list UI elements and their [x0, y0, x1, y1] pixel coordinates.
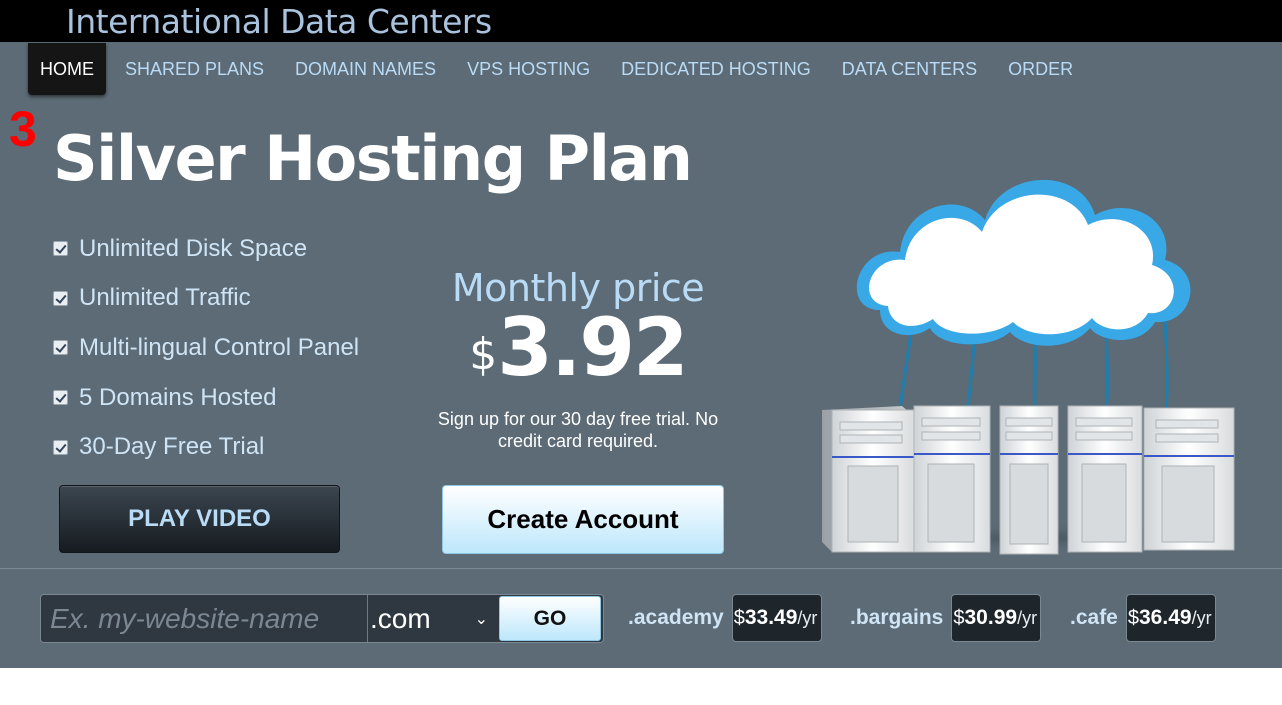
price-amount: 30.99	[964, 606, 1018, 629]
nav-item-vps-hosting[interactable]: VPS HOSTING	[467, 59, 590, 80]
tld-offer-name: .academy	[628, 606, 724, 629]
feature-item: 5 Domains Hosted	[53, 373, 359, 423]
cloud-servers-illustration	[815, 179, 1245, 555]
domain-name-input[interactable]	[41, 595, 368, 642]
feature-label: Multi-lingual Control Panel	[79, 333, 360, 361]
main-nav: HOME SHARED PLANS DOMAIN NAMES VPS HOSTI…	[28, 43, 1104, 95]
feature-label: 5 Domains Hosted	[79, 383, 277, 411]
checkbox-icon	[53, 340, 68, 356]
slide-marker: 3	[9, 101, 37, 157]
checkbox-icon	[53, 241, 68, 257]
site-logo[interactable]: International Data Centers	[66, 2, 492, 41]
feature-label: 30-Day Free Trial	[79, 433, 265, 461]
feature-item: Unlimited Disk Space	[53, 224, 359, 274]
tld-offer-price: $33.49/yr	[731, 594, 822, 642]
currency-symbol: $	[953, 606, 965, 629]
tld-offer-cafe[interactable]: .cafe $36.49/yr	[1070, 594, 1216, 642]
nav-item-order[interactable]: ORDER	[1008, 59, 1073, 80]
price-amount: 36.49	[1139, 606, 1192, 629]
tld-offer-name: .bargains	[850, 606, 944, 629]
tld-offer-price: $30.99/yr	[951, 594, 1042, 642]
feature-item: Unlimited Traffic	[53, 274, 359, 324]
domain-search-bar: .com ⌄ GO .academy $33.49/yr .bargains $…	[0, 568, 1282, 668]
price-amount: 33.49	[744, 606, 798, 629]
currency-symbol: $	[733, 606, 745, 629]
tld-offer-price: $36.49/yr	[1125, 594, 1216, 642]
domain-search-form: .com ⌄ GO	[40, 594, 604, 643]
feature-item: Multi-lingual Control Panel	[53, 323, 359, 373]
tld-selected-value: .com	[370, 602, 431, 634]
feature-label: Unlimited Traffic	[79, 284, 251, 312]
feature-item: 30-Day Free Trial	[53, 422, 359, 472]
price-unit: /yr	[1017, 607, 1038, 628]
feature-label: Unlimited Disk Space	[79, 234, 308, 262]
tld-dropdown[interactable]: .com ⌄	[368, 595, 498, 642]
price-value: $3.92	[420, 308, 736, 388]
tld-offer-bargains[interactable]: .bargains $30.99/yr	[850, 594, 1042, 642]
chevron-down-icon: ⌄	[474, 610, 488, 628]
tld-offer-name: .cafe	[1070, 606, 1118, 629]
price-box: Monthly price $3.92 Sign up for our 30 d…	[420, 266, 736, 452]
trial-note: Sign up for our 30 day free trial. No cr…	[437, 409, 719, 451]
currency-symbol: $	[469, 329, 498, 380]
play-video-button[interactable]: PLAY VIDEO	[59, 485, 340, 553]
hero-section: HOME SHARED PLANS DOMAIN NAMES VPS HOSTI…	[0, 42, 1282, 568]
nav-item-home[interactable]: HOME	[28, 43, 106, 95]
checkbox-icon	[53, 390, 68, 406]
tld-offer-academy[interactable]: .academy $33.49/yr	[628, 594, 822, 642]
top-header: International Data Centers	[0, 0, 1282, 42]
price-unit: /yr	[797, 607, 818, 628]
nav-item-data-centers[interactable]: DATA CENTERS	[842, 59, 977, 80]
feature-list: Unlimited Disk Space Unlimited Traffic M…	[53, 224, 359, 472]
price-unit: /yr	[1191, 607, 1212, 628]
nav-item-shared-plans[interactable]: SHARED PLANS	[125, 59, 264, 80]
checkbox-icon	[53, 290, 68, 306]
price-amount: 3.92	[497, 301, 688, 394]
checkbox-icon	[53, 439, 68, 455]
create-account-button[interactable]: Create Account	[442, 485, 724, 554]
nav-item-domain-names[interactable]: DOMAIN NAMES	[295, 59, 436, 80]
plan-title: Silver Hosting Plan	[53, 122, 693, 195]
currency-symbol: $	[1127, 606, 1139, 629]
nav-item-dedicated-hosting[interactable]: DEDICATED HOSTING	[621, 59, 811, 80]
go-button[interactable]: GO	[499, 596, 601, 641]
